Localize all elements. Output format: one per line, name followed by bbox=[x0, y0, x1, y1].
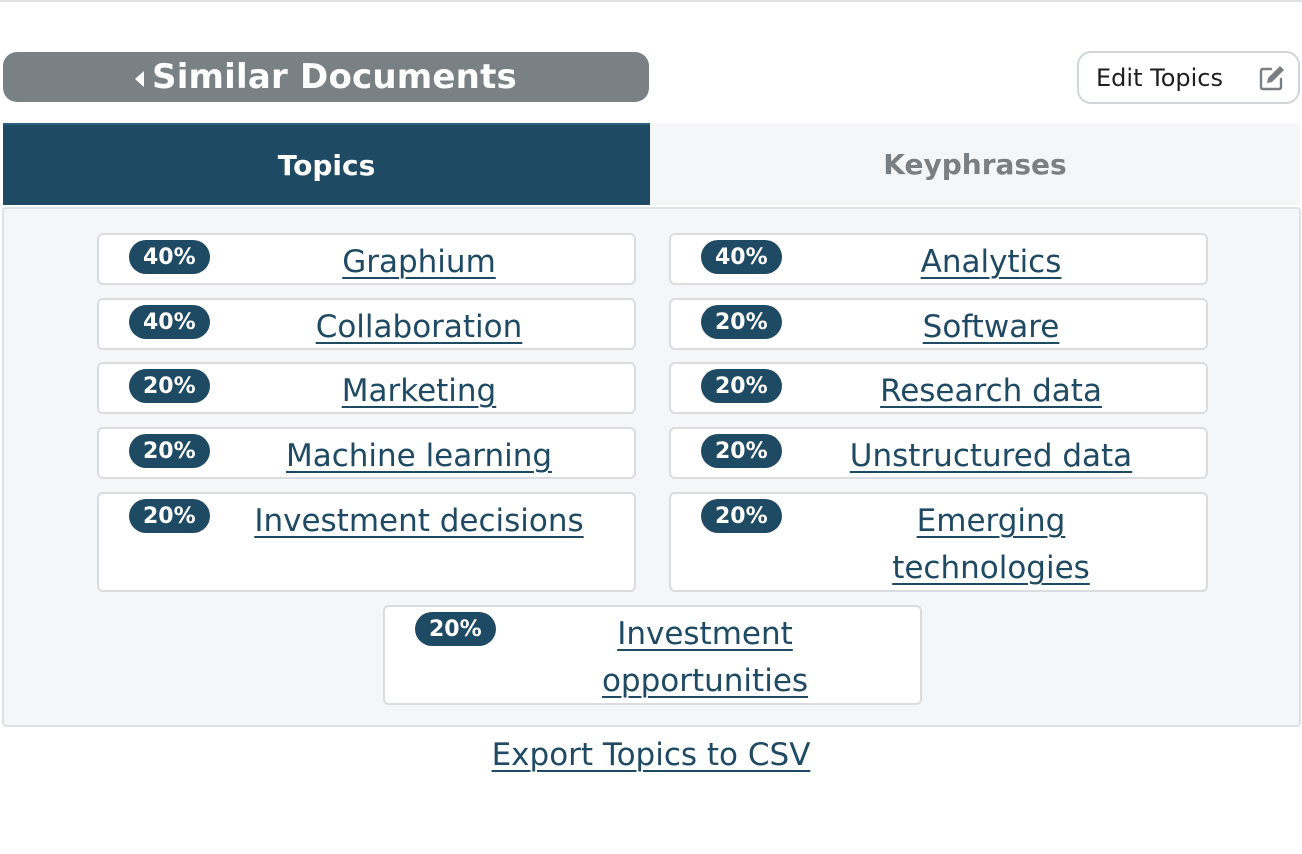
topic-link[interactable]: Machine learning bbox=[219, 433, 619, 480]
tab-topics[interactable]: Topics bbox=[3, 123, 650, 205]
topic-link[interactable]: Collaboration bbox=[219, 304, 619, 351]
topics-panel: 40% Graphium 40% Analytics 40% Collabora… bbox=[2, 207, 1301, 727]
caret-left-icon bbox=[135, 71, 145, 87]
topic-link[interactable]: Analytics bbox=[791, 239, 1191, 286]
similar-documents-label: Similar Documents bbox=[152, 57, 517, 97]
percent-badge: 20% bbox=[701, 499, 782, 533]
topic-item: 20% Machine learning bbox=[97, 427, 636, 479]
percent-badge: 20% bbox=[701, 305, 782, 339]
export-topics-csv-link[interactable]: Export Topics to CSV bbox=[0, 737, 1302, 773]
edit-topics-button[interactable]: Edit Topics bbox=[1077, 51, 1300, 104]
tab-bar: Topics Keyphrases bbox=[3, 123, 1300, 205]
tab-keyphrases[interactable]: Keyphrases bbox=[650, 123, 1300, 205]
percent-badge: 20% bbox=[129, 434, 210, 468]
topic-item: 20% Marketing bbox=[97, 362, 636, 414]
topic-item: 20% Software bbox=[669, 298, 1208, 350]
topic-item: 40% Analytics bbox=[669, 233, 1208, 285]
percent-badge: 20% bbox=[129, 499, 210, 533]
topic-link[interactable]: Investment opportunities bbox=[535, 611, 875, 705]
topic-link[interactable]: Unstructured data bbox=[791, 433, 1191, 480]
topic-link[interactable]: Software bbox=[791, 304, 1191, 351]
topic-item: 40% Graphium bbox=[97, 233, 636, 285]
percent-badge: 20% bbox=[129, 369, 210, 403]
similar-documents-button[interactable]: Similar Documents bbox=[3, 52, 649, 102]
edit-icon bbox=[1259, 66, 1284, 91]
percent-badge: 40% bbox=[129, 305, 210, 339]
topic-item: 20% Investment opportunities bbox=[383, 605, 922, 705]
topic-item: 20% Emerging technologies bbox=[669, 492, 1208, 592]
percent-badge: 40% bbox=[129, 240, 210, 274]
topic-link[interactable]: Graphium bbox=[219, 239, 619, 286]
topic-item: 40% Collaboration bbox=[97, 298, 636, 350]
topic-link[interactable]: Research data bbox=[791, 368, 1191, 415]
topic-item: 20% Unstructured data bbox=[669, 427, 1208, 479]
percent-badge: 20% bbox=[415, 612, 496, 646]
top-divider bbox=[0, 0, 1302, 2]
topic-item: 20% Investment decisions bbox=[97, 492, 636, 592]
edit-topics-label: Edit Topics bbox=[1096, 63, 1223, 92]
percent-badge: 20% bbox=[701, 369, 782, 403]
percent-badge: 20% bbox=[701, 434, 782, 468]
topic-item: 20% Research data bbox=[669, 362, 1208, 414]
topic-link[interactable]: Investment decisions bbox=[199, 498, 639, 545]
topic-link[interactable]: Marketing bbox=[219, 368, 619, 415]
topic-link[interactable]: Emerging technologies bbox=[821, 498, 1161, 592]
percent-badge: 40% bbox=[701, 240, 782, 274]
